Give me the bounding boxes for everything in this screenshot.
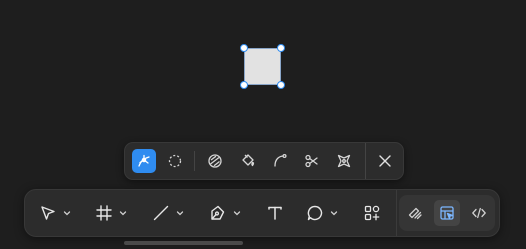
pen-icon <box>206 201 230 225</box>
draw-mode-button[interactable] <box>402 200 428 226</box>
text-icon <box>263 201 287 225</box>
selected-rectangle[interactable] <box>244 48 281 85</box>
line-tool[interactable] <box>149 201 185 225</box>
bend-tool-button[interactable] <box>132 149 156 173</box>
comment-icon <box>303 201 327 225</box>
mode-switcher <box>399 195 495 231</box>
design-mode-icon <box>439 205 455 221</box>
boolean-icon <box>207 153 223 169</box>
chevron-down-icon[interactable] <box>62 208 72 218</box>
cut-icon <box>304 153 320 169</box>
toolbar-divider <box>365 143 366 179</box>
actions-tool[interactable] <box>360 201 384 225</box>
horizontal-scrollbar[interactable] <box>124 241 243 245</box>
move-tool[interactable] <box>36 201 72 225</box>
bend-tool-icon <box>136 153 152 169</box>
chevron-down-icon[interactable] <box>329 208 339 218</box>
resize-handle-top-left[interactable] <box>240 44 248 52</box>
resize-handle-bottom-right[interactable] <box>277 81 285 89</box>
actions-icon <box>360 201 384 225</box>
paint-bucket-icon <box>240 153 256 169</box>
design-canvas[interactable] <box>0 0 526 249</box>
shape-builder-button[interactable] <box>332 149 356 173</box>
pen-tool[interactable] <box>206 201 242 225</box>
paint-bucket-button[interactable] <box>236 149 260 173</box>
curve-button[interactable] <box>268 149 292 173</box>
shape-builder-icon <box>336 153 352 169</box>
toolbar-divider <box>194 151 195 171</box>
draw-mode-icon <box>407 205 423 221</box>
cut-button[interactable] <box>300 149 324 173</box>
chevron-down-icon[interactable] <box>232 208 242 218</box>
move-cursor-icon <box>36 201 60 225</box>
chevron-down-icon[interactable] <box>118 208 128 218</box>
close-edit-button[interactable] <box>373 149 397 173</box>
frame-icon <box>92 201 116 225</box>
dev-mode-icon <box>471 205 487 221</box>
vector-edit-toolbar <box>124 142 404 180</box>
design-mode-button[interactable] <box>434 200 460 226</box>
curve-icon <box>272 153 288 169</box>
close-icon <box>378 154 392 168</box>
dev-mode-button[interactable] <box>466 200 492 226</box>
resize-handle-bottom-left[interactable] <box>240 81 248 89</box>
toolbar-divider <box>396 190 397 236</box>
frame-tool[interactable] <box>92 201 128 225</box>
line-icon <box>149 201 173 225</box>
lasso-icon <box>167 153 183 169</box>
comment-tool[interactable] <box>303 201 339 225</box>
boolean-button[interactable] <box>203 149 227 173</box>
resize-handle-top-right[interactable] <box>277 44 285 52</box>
main-toolbar <box>24 189 500 237</box>
text-tool[interactable] <box>263 201 287 225</box>
chevron-down-icon[interactable] <box>175 208 185 218</box>
lasso-button[interactable] <box>163 149 187 173</box>
